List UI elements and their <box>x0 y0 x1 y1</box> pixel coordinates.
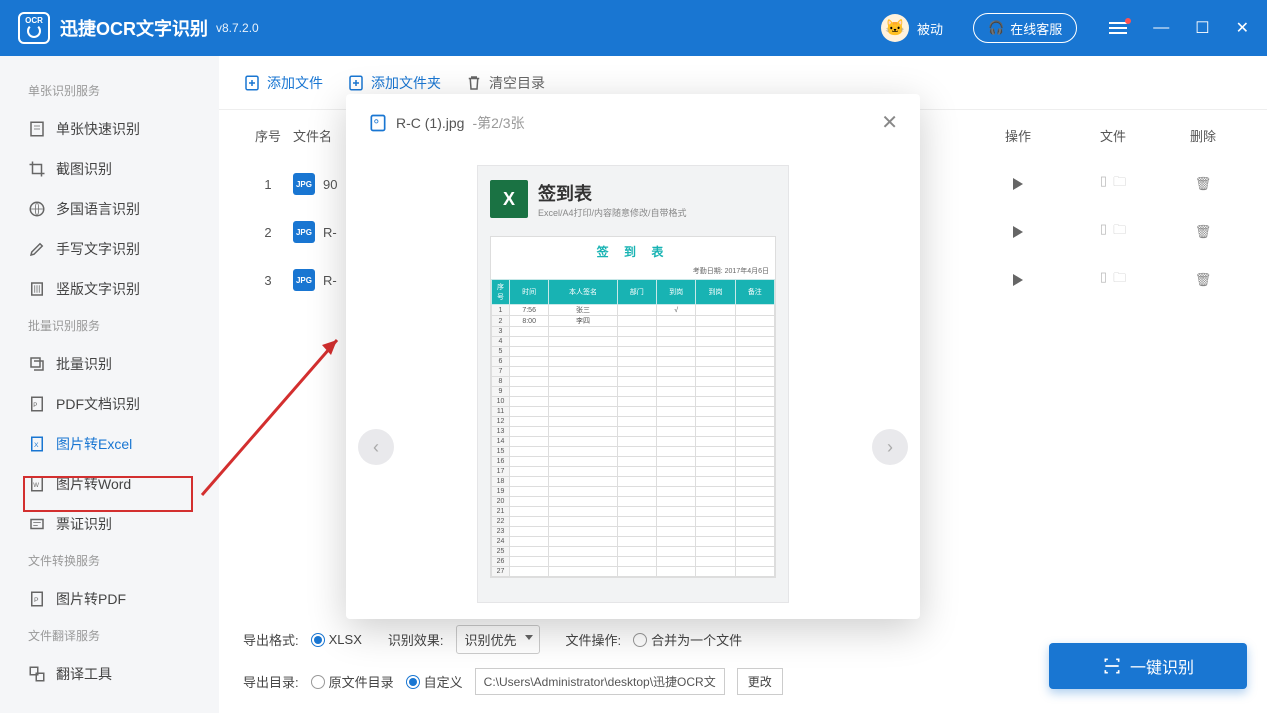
doc-icon[interactable]: ▯ <box>1100 221 1107 243</box>
col-del-header: 删除 <box>1163 126 1243 145</box>
crop-icon <box>28 160 46 178</box>
online-service-button[interactable]: 🎧 在线客服 <box>973 13 1077 43</box>
path-input[interactable]: C:\Users\Administrator\desktop\迅捷OCR文 <box>475 668 725 695</box>
fileop-label: 文件操作: <box>566 630 622 649</box>
radio-xlsx[interactable]: XLSX <box>311 632 362 647</box>
delete-icon[interactable]: 🗑 <box>1195 272 1212 287</box>
maximize-button[interactable]: ☐ <box>1195 18 1209 38</box>
svg-text:X: X <box>34 442 39 449</box>
add-file-button[interactable]: 添加文件 <box>243 73 323 93</box>
play-icon[interactable] <box>1013 178 1023 190</box>
avatar[interactable]: 🐱 <box>881 14 909 42</box>
sidebar-item-handwrite[interactable]: 手写文字识别 <box>0 229 219 269</box>
folder-icon[interactable]: 🗀 <box>1113 173 1126 195</box>
doc-icon[interactable]: ▯ <box>1100 269 1107 291</box>
preview-title: 签到表 <box>538 180 687 206</box>
col-op-header: 操作 <box>973 126 1063 145</box>
close-button[interactable]: ✕ <box>1236 18 1249 38</box>
sidebar-item-multilang[interactable]: 多国语言识别 <box>0 189 219 229</box>
plus-file-icon <box>243 74 261 92</box>
image-file-icon <box>368 113 388 133</box>
delete-icon[interactable]: 🗑 <box>1195 176 1212 191</box>
excel-icon: X <box>28 435 46 453</box>
col-num-header: 序号 <box>243 126 293 145</box>
stack-icon <box>28 355 46 373</box>
doc-icon[interactable]: ▯ <box>1100 173 1107 195</box>
sidebar-section: 单张识别服务 <box>0 74 219 109</box>
pdf2-icon: P <box>28 590 46 608</box>
prev-button[interactable]: ‹ <box>358 429 394 465</box>
col-file-header: 文件 <box>1063 126 1163 145</box>
sidebar-section: 文件翻译服务 <box>0 619 219 654</box>
app-header: OCR 迅捷OCR文字识别 v8.7.2.0 🐱 被动 🎧 在线客服 — ☐ ✕ <box>0 0 1267 56</box>
sidebar-item-img2excel[interactable]: X图片转Excel <box>0 424 219 464</box>
next-button[interactable]: › <box>872 429 908 465</box>
svg-text:P: P <box>34 597 39 604</box>
app-version: v8.7.2.0 <box>216 21 259 35</box>
modal-filename: R-C (1).jpg <box>396 115 464 131</box>
play-icon[interactable] <box>1013 274 1023 286</box>
folder-icon[interactable]: 🗀 <box>1113 269 1126 291</box>
sidebar-item-pdf[interactable]: PPDF文档识别 <box>0 384 219 424</box>
sidebar: 单张识别服务 单张快速识别 截图识别 多国语言识别 手写文字识别 竖版文字识别 … <box>0 56 219 713</box>
jpg-icon: JPG <box>293 221 315 243</box>
play-icon[interactable] <box>1013 226 1023 238</box>
preview-subtitle: Excel/A4打印/内容随意修改/自带格式 <box>538 206 687 219</box>
svg-text:P: P <box>33 403 37 409</box>
radio-merge[interactable]: 合并为一个文件 <box>633 630 742 649</box>
export-dir-label: 导出目录: <box>243 672 299 691</box>
sidebar-section: 文件转换服务 <box>0 544 219 579</box>
globe-icon <box>28 200 46 218</box>
preview-modal: R-C (1).jpg -第2/3张 ✕ ‹ › X 签到表 Excel/A4打… <box>346 94 920 619</box>
radio-custom-dir[interactable]: 自定义 <box>406 672 463 691</box>
clear-button[interactable]: 清空目录 <box>465 73 545 93</box>
effect-select[interactable]: 识别优先 <box>456 625 540 654</box>
sidebar-item-screenshot[interactable]: 截图识别 <box>0 149 219 189</box>
plus-folder-icon <box>347 74 365 92</box>
headset-icon: 🎧 <box>988 20 1004 36</box>
pen-icon <box>28 240 46 258</box>
excel-icon: X <box>490 180 528 218</box>
ticket-icon <box>28 515 46 533</box>
translate-icon <box>28 665 46 683</box>
add-folder-button[interactable]: 添加文件夹 <box>347 73 441 93</box>
jpg-icon: JPG <box>293 173 315 195</box>
sidebar-item-single-fast[interactable]: 单张快速识别 <box>0 109 219 149</box>
export-format-label: 导出格式: <box>243 630 299 649</box>
effect-label: 识别效果: <box>388 630 444 649</box>
minimize-button[interactable]: — <box>1153 19 1169 37</box>
radio-src-dir[interactable]: 原文件目录 <box>311 672 394 691</box>
folder-icon[interactable]: 🗀 <box>1113 221 1126 243</box>
jpg-icon: JPG <box>293 269 315 291</box>
doc-icon <box>28 120 46 138</box>
highlight-box <box>23 476 193 512</box>
sidebar-item-img2pdf[interactable]: P图片转PDF <box>0 579 219 619</box>
trash-icon <box>465 74 483 92</box>
username[interactable]: 被动 <box>917 19 943 38</box>
vertical-icon <box>28 280 46 298</box>
scan-icon <box>1102 656 1122 676</box>
modal-index: -第2/3张 <box>472 113 524 133</box>
sidebar-item-vertical[interactable]: 竖版文字识别 <box>0 269 219 309</box>
change-button[interactable]: 更改 <box>737 668 783 695</box>
sidebar-item-batch[interactable]: 批量识别 <box>0 344 219 384</box>
sidebar-section: 批量识别服务 <box>0 309 219 344</box>
sidebar-item-translate[interactable]: 翻译工具 <box>0 654 219 694</box>
menu-icon[interactable] <box>1109 22 1127 34</box>
preview-image: X 签到表 Excel/A4打印/内容随意修改/自带格式 签 到 表 考勤日期:… <box>477 165 789 603</box>
recognize-all-button[interactable]: 一键识别 <box>1049 643 1247 689</box>
modal-close-button[interactable]: ✕ <box>881 110 898 135</box>
delete-icon[interactable]: 🗑 <box>1195 224 1212 239</box>
app-logo: OCR <box>18 12 50 44</box>
preview-sheet: 签 到 表 考勤日期: 2017年4月6日 序号时间本人签名部门到岗到岗备注17… <box>490 236 776 578</box>
pdf-icon: P <box>28 395 46 413</box>
app-title: 迅捷OCR文字识别 <box>60 15 208 41</box>
